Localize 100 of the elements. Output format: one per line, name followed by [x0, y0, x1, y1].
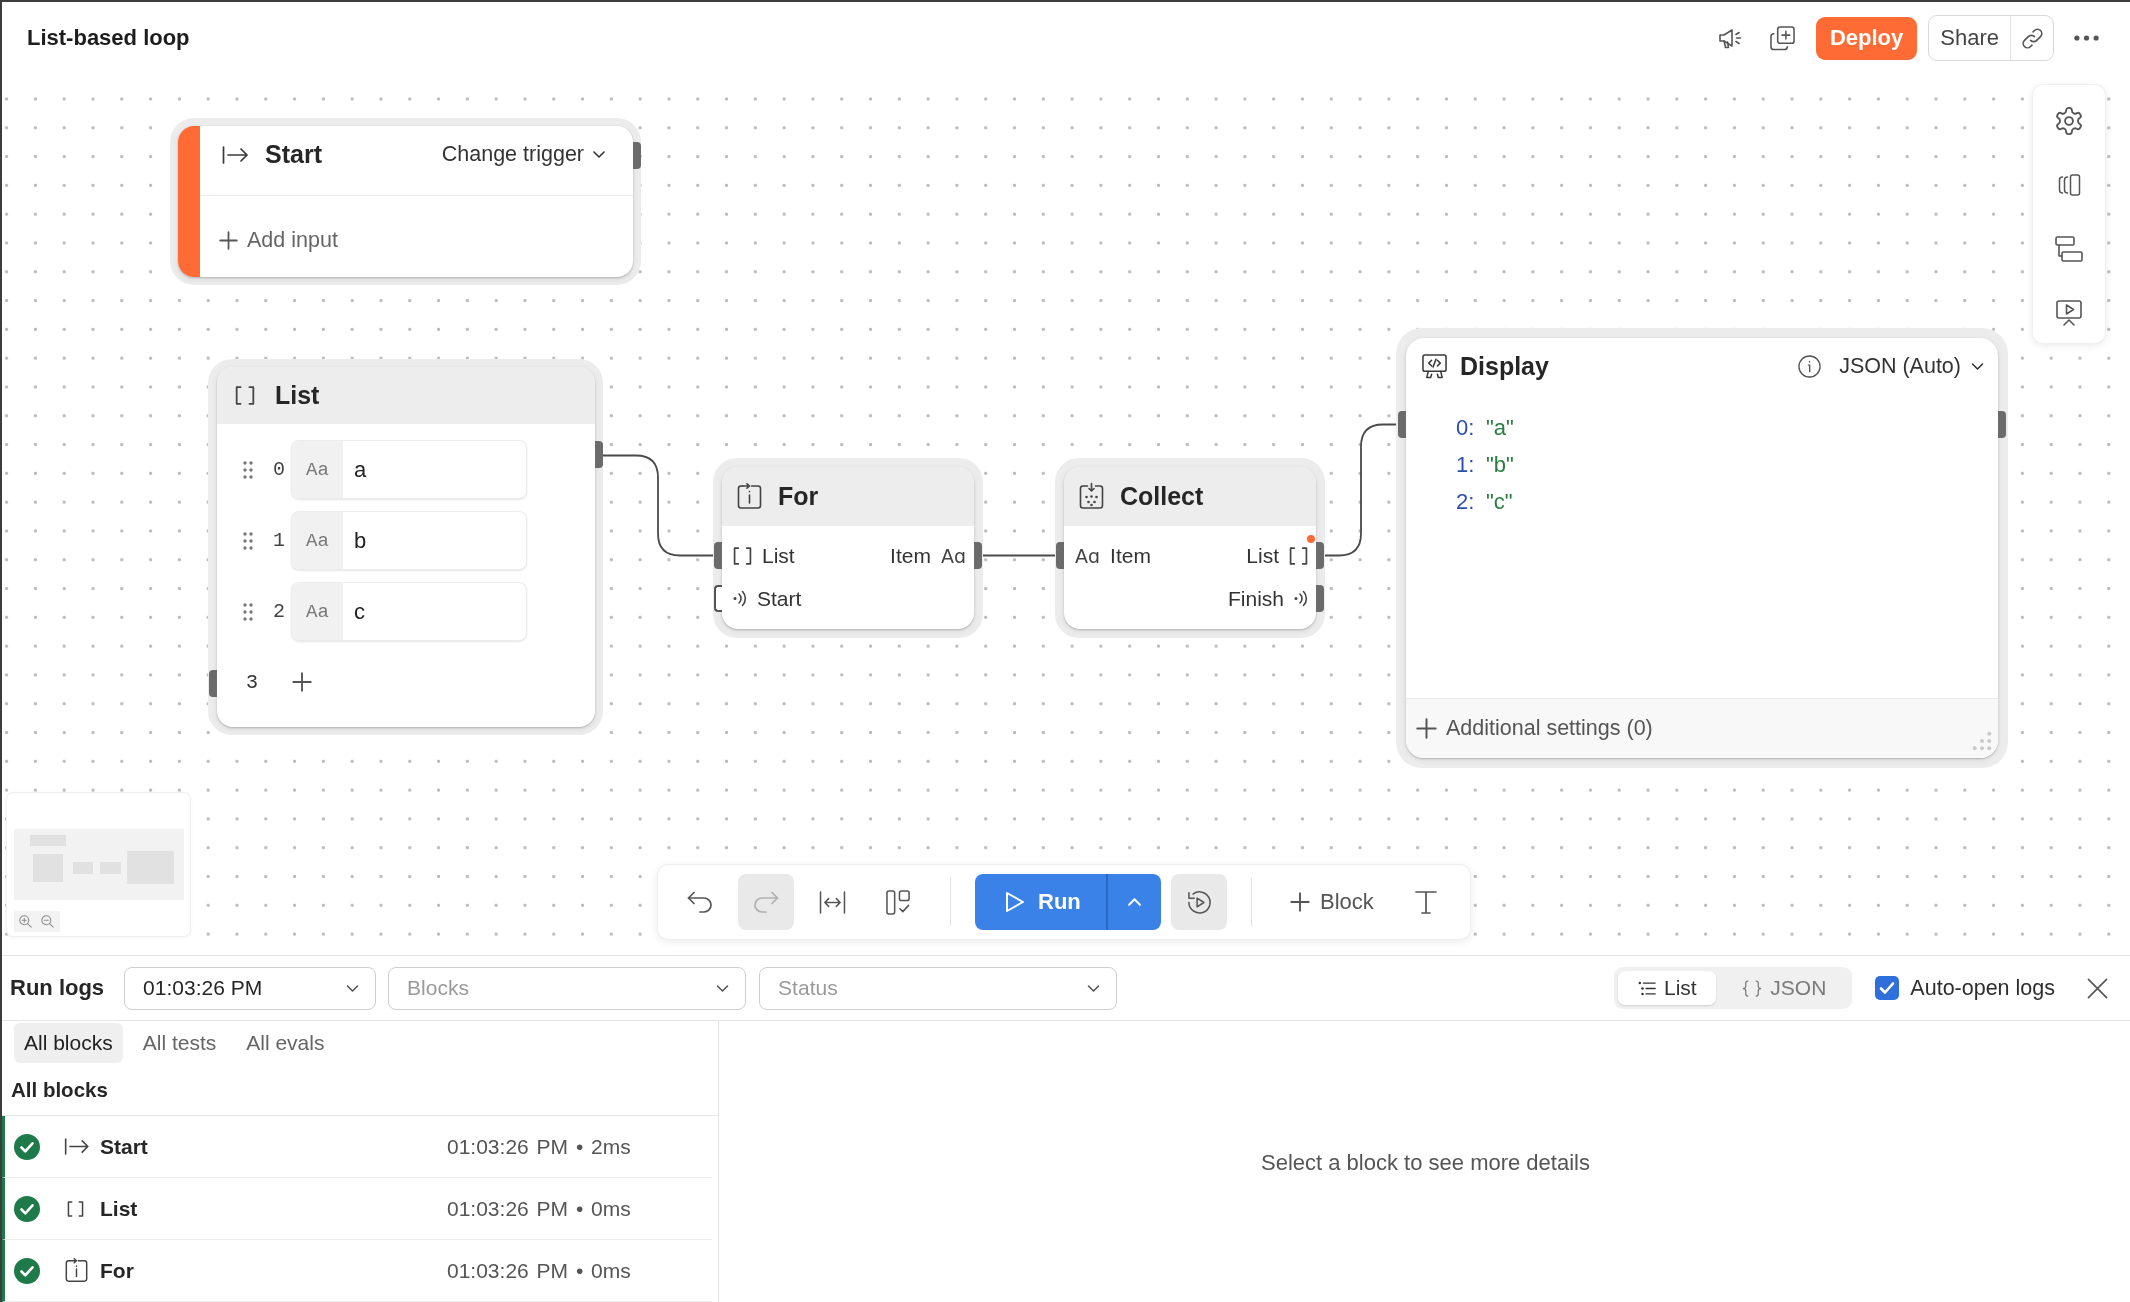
type-label: Aɑ — [940, 544, 966, 567]
chevron-down-icon — [716, 984, 730, 992]
info-icon[interactable] — [1798, 354, 1822, 378]
replay-button[interactable] — [1171, 874, 1227, 930]
type-label: Aa — [292, 583, 343, 640]
view-option[interactable]: List — [1618, 971, 1717, 1005]
log-time: 01:03:26 PM • 0ms — [447, 1258, 631, 1283]
entry-key: 0: — [1456, 414, 1486, 441]
port-label: List — [1246, 543, 1279, 568]
braces-icon — [1742, 979, 1763, 997]
settings-icon[interactable] — [2055, 107, 2083, 135]
item-field[interactable]: Aa b — [292, 512, 526, 569]
entry-value: "b" — [1486, 451, 1514, 478]
format-dropdown[interactable]: JSON (Auto) — [1839, 353, 1984, 379]
log-entry[interactable]: List 01:03:26 PM • 0ms — [2, 1178, 712, 1240]
auto-open-checkbox[interactable] — [1875, 976, 1900, 1000]
copy-plus-icon[interactable] — [1770, 25, 1796, 51]
signal-icon — [733, 590, 747, 607]
close-icon[interactable] — [2087, 977, 2108, 999]
additional-settings-button[interactable]: Additional settings (0) — [1416, 716, 1653, 741]
plus-icon — [1290, 892, 1310, 912]
entry-value: "c" — [1486, 488, 1513, 515]
block-title: Collect — [1120, 482, 1204, 511]
item-field[interactable]: Aa a — [292, 441, 526, 498]
more-icon[interactable] — [2073, 35, 2099, 41]
plus-icon — [1416, 718, 1437, 739]
filter-tab[interactable]: All blocks — [14, 1023, 123, 1063]
chevron-down-icon — [1087, 984, 1101, 992]
undo-icon — [687, 891, 713, 913]
filter-tab[interactable]: All tests — [132, 1023, 227, 1063]
port-label: Item — [890, 543, 931, 568]
text-tool-icon[interactable] — [1414, 890, 1437, 914]
entry-value: "a" — [1486, 414, 1514, 441]
run-options-button[interactable] — [1106, 874, 1161, 930]
layout-check-icon[interactable] — [885, 889, 911, 915]
section-heading: All blocks — [2, 1065, 718, 1116]
zoom-out-icon[interactable] — [41, 915, 54, 928]
chevron-down-icon — [346, 984, 360, 992]
item-index: 0 — [273, 458, 286, 481]
type-label: Aa — [292, 441, 343, 498]
run-button[interactable]: Run — [975, 874, 1106, 930]
link-icon[interactable] — [2021, 27, 2043, 49]
empty-state-text: Select a block to see more details — [1261, 1149, 1590, 1176]
port-handle[interactable] — [714, 585, 722, 612]
port-handle[interactable] — [1398, 411, 1406, 438]
stacked-bars-icon[interactable] — [2055, 236, 2083, 262]
resize-grip-icon[interactable] — [1972, 731, 1992, 751]
port-handle[interactable] — [633, 142, 641, 169]
port-label: Start — [757, 586, 802, 611]
add-block-button[interactable]: Block — [1276, 874, 1388, 930]
block-name: List — [100, 1196, 139, 1221]
port-handle[interactable] — [1056, 542, 1064, 569]
block-title: Start — [265, 140, 322, 169]
drag-handle-icon[interactable] — [243, 460, 253, 479]
port-handle[interactable] — [1316, 542, 1324, 569]
code-monitor-icon — [1422, 353, 1447, 379]
entry-key: 2: — [1456, 488, 1486, 515]
list-icon — [1638, 980, 1656, 996]
add-input-button[interactable]: Add input — [219, 228, 338, 253]
port-handle[interactable] — [595, 441, 603, 468]
drag-handle-icon[interactable] — [243, 531, 253, 550]
log-entry[interactable]: Start 01:03:26 PM • 2ms — [2, 1116, 712, 1178]
brackets-icon — [235, 386, 255, 405]
panel-title: Run logs — [10, 975, 105, 1001]
zoom-in-icon[interactable] — [19, 915, 32, 928]
play-icon — [1005, 891, 1025, 913]
item-field[interactable]: Aa c — [292, 583, 526, 640]
brackets-icon — [733, 546, 752, 565]
chevron-down-icon — [1971, 362, 1984, 370]
block-name: For — [100, 1258, 135, 1283]
fit-width-icon[interactable] — [818, 890, 846, 914]
arrow-from-bar-icon — [64, 1138, 90, 1155]
port-handle[interactable] — [1316, 585, 1324, 612]
view-option[interactable]: JSON — [1720, 971, 1849, 1005]
replay-icon — [1186, 889, 1212, 915]
chevron-down-icon — [593, 151, 605, 158]
share-button[interactable]: Share — [1929, 16, 2010, 60]
port-label: Finish — [1227, 586, 1284, 611]
port-handle[interactable] — [209, 670, 217, 697]
filter-tab[interactable]: All evals — [236, 1023, 335, 1063]
port-handle[interactable] — [714, 542, 722, 569]
megaphone-icon[interactable] — [1717, 27, 1742, 49]
trigger-dropdown[interactable]: Change trigger — [441, 142, 605, 167]
time-select[interactable]: 01:03:26 PM — [124, 966, 377, 1010]
brackets-icon — [1289, 546, 1308, 565]
item-index: 2 — [273, 600, 286, 623]
block-title: List — [275, 381, 320, 410]
drag-handle-icon[interactable] — [243, 602, 253, 621]
auto-open-label[interactable]: Auto-open logs — [1910, 975, 2055, 1001]
block-title: Display — [1460, 351, 1549, 381]
port-handle[interactable] — [974, 542, 982, 569]
block-title: For — [778, 482, 819, 511]
type-label: Aɑ — [1075, 544, 1101, 567]
port-handle[interactable] — [1998, 411, 2006, 438]
arrow-from-bar-icon — [222, 145, 249, 164]
panels-icon[interactable] — [2056, 174, 2082, 196]
plus-icon[interactable] — [292, 672, 312, 692]
presentation-play-icon[interactable] — [2056, 300, 2082, 326]
plus-icon — [219, 231, 238, 250]
log-entry[interactable]: For 01:03:26 PM • 0ms — [2, 1240, 712, 1302]
